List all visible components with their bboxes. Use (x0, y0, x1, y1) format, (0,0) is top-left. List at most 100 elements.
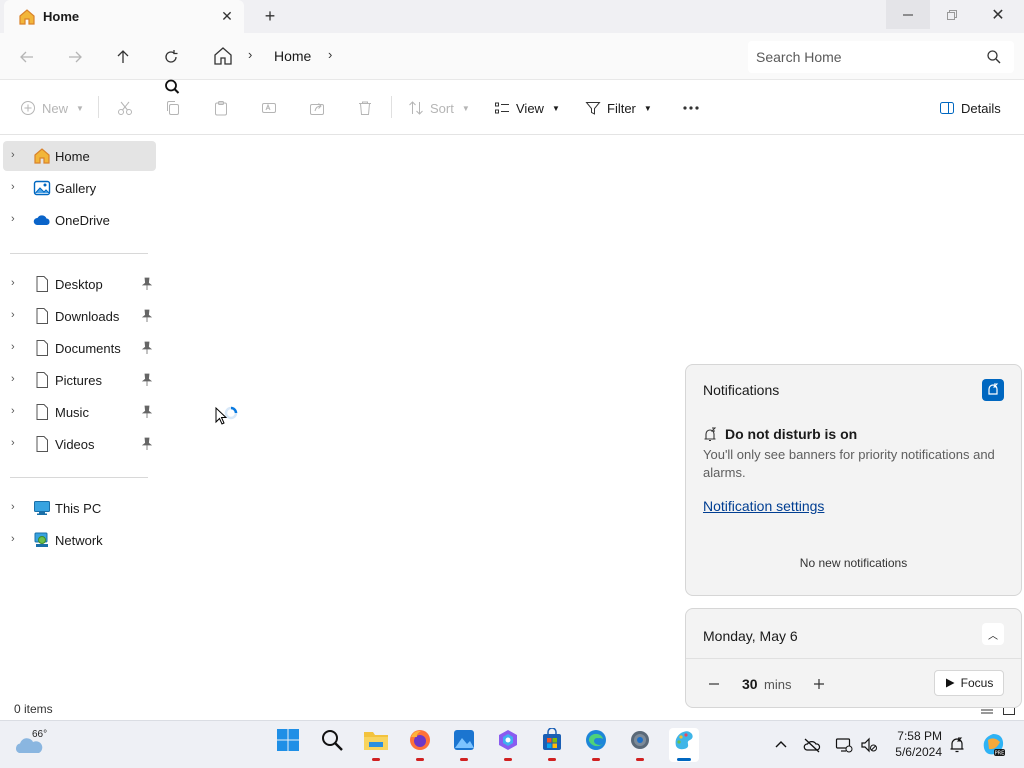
item-count: 0 items (14, 702, 53, 716)
sidebar-item-desktop[interactable]: › Desktop (3, 269, 156, 299)
notification-settings-link[interactable]: Notification settings (703, 498, 824, 514)
document-icon (36, 436, 48, 452)
chevron-right-icon[interactable]: › (11, 181, 23, 195)
filter-button[interactable]: Filter ▼ (585, 98, 652, 118)
back-button[interactable] (15, 45, 39, 69)
chevron-right-icon[interactable]: › (11, 309, 23, 323)
display-icon[interactable] (835, 736, 853, 754)
sidebar-item-onedrive[interactable]: › OneDrive (3, 205, 156, 235)
new-label: New (42, 100, 69, 116)
minimize-button[interactable] (886, 0, 930, 29)
onedrive-offline-icon[interactable] (803, 736, 821, 754)
focus-increase-button[interactable] (807, 673, 831, 695)
chevron-right-icon[interactable]: › (11, 277, 23, 291)
copy-button[interactable] (165, 98, 181, 118)
running-indicator (504, 758, 512, 761)
trash-icon (359, 101, 371, 115)
copilot-icon (499, 730, 517, 750)
search-box[interactable] (748, 41, 1014, 73)
taskbar-firefox[interactable] (405, 728, 435, 762)
chevron-right-icon[interactable]: › (11, 533, 23, 547)
do-not-disturb-toggle[interactable] (982, 379, 1004, 401)
taskbar-settings[interactable] (625, 728, 655, 762)
rename-button[interactable] (261, 98, 277, 118)
forward-button[interactable] (63, 45, 87, 69)
photos-icon (454, 730, 474, 750)
notification-title: Notifications (703, 382, 780, 398)
search-icon (322, 730, 343, 751)
close-window-button[interactable]: ✕ (976, 0, 1020, 29)
pin-icon (141, 277, 153, 290)
sort-button[interactable]: Sort ▼ (408, 98, 470, 118)
refresh-button[interactable] (159, 45, 183, 69)
sidebar-item-pictures[interactable]: › Pictures (3, 365, 156, 395)
focus-decrease-button[interactable] (702, 673, 726, 695)
search-input[interactable] (756, 41, 976, 73)
refresh-icon (165, 50, 178, 63)
chevron-right-icon[interactable]: › (11, 437, 23, 451)
taskbar-copilot[interactable] (493, 728, 523, 762)
taskbar-file-explorer[interactable] (361, 728, 391, 762)
collapse-calendar-button[interactable]: ︿ (982, 623, 1004, 645)
focus-start-button[interactable]: Focus (934, 670, 1004, 696)
plus-circle-icon (21, 101, 35, 115)
sidebar-item-home[interactable]: › Home (3, 141, 156, 171)
tab-home[interactable]: Home ✕ (4, 0, 244, 33)
up-button[interactable] (111, 45, 135, 69)
taskbar-edge[interactable] (581, 728, 611, 762)
weather-widget[interactable]: 66° (14, 729, 48, 761)
search-icon[interactable] (986, 49, 1002, 65)
new-button[interactable]: New ▼ (20, 98, 84, 118)
breadcrumb-chevron-icon[interactable]: › (248, 47, 262, 65)
taskbar-paint[interactable] (669, 728, 699, 762)
sidebar-item-network[interactable]: › Network (3, 525, 156, 555)
copilot-preview-icon[interactable]: PRE (980, 732, 1006, 758)
more-options-button[interactable] (682, 98, 700, 118)
document-icon (36, 308, 48, 324)
clock-date[interactable]: 5/6/2024 (888, 745, 942, 759)
taskbar-store[interactable] (537, 728, 567, 762)
breadcrumb-home-icon[interactable] (212, 45, 234, 67)
tab-close-icon[interactable]: ✕ (218, 7, 236, 25)
clock-time[interactable]: 7:58 PM (896, 729, 942, 743)
home-icon (34, 148, 50, 164)
start-button[interactable] (273, 728, 303, 762)
view-label: View (516, 100, 544, 116)
chevron-right-icon[interactable]: › (11, 501, 23, 515)
busy-cursor-icon (215, 406, 238, 425)
share-button[interactable] (309, 98, 325, 118)
volume-muted-icon[interactable] (860, 736, 878, 754)
taskbar-search-button[interactable] (317, 728, 347, 762)
delete-button[interactable] (357, 98, 373, 118)
sidebar-item-videos[interactable]: › Videos (3, 429, 156, 459)
chevron-up-icon[interactable] (772, 736, 790, 754)
arrow-left-icon (20, 51, 33, 63)
chevron-right-icon[interactable]: › (11, 149, 23, 163)
focus-duration-value: 30 (742, 676, 758, 692)
chevron-right-icon[interactable]: › (11, 373, 23, 387)
view-button[interactable]: View ▼ (494, 98, 560, 118)
divider (686, 658, 1021, 659)
sidebar-item-gallery[interactable]: › Gallery (3, 173, 156, 203)
sidebar-item-this-pc[interactable]: › This PC (3, 493, 156, 523)
calendar-date[interactable]: Monday, May 6 (703, 628, 798, 644)
paste-button[interactable] (213, 98, 229, 118)
chevron-right-icon[interactable]: › (11, 341, 23, 355)
chevron-right-icon[interactable]: › (11, 213, 23, 227)
breadcrumb-home[interactable]: Home (274, 48, 311, 64)
restore-button[interactable] (930, 0, 974, 29)
chevron-right-icon[interactable]: › (11, 405, 23, 419)
pin-icon (141, 437, 153, 450)
cut-button[interactable] (117, 98, 133, 118)
details-button[interactable]: Details (939, 98, 1001, 118)
taskbar-photos[interactable] (449, 728, 479, 762)
notification-bell-icon[interactable] (948, 736, 966, 754)
new-tab-button[interactable]: + (260, 6, 280, 26)
dnd-status-title: Do not disturb is on (725, 426, 858, 442)
navigation-pane: › Home › Gallery › OneDrive › Desktop › … (0, 135, 157, 700)
sidebar-item-documents[interactable]: › Documents (3, 333, 156, 363)
divider (98, 96, 99, 118)
sidebar-item-music[interactable]: › Music (3, 397, 156, 427)
sidebar-item-downloads[interactable]: › Downloads (3, 301, 156, 331)
breadcrumb-chevron-icon[interactable]: › (328, 47, 342, 65)
